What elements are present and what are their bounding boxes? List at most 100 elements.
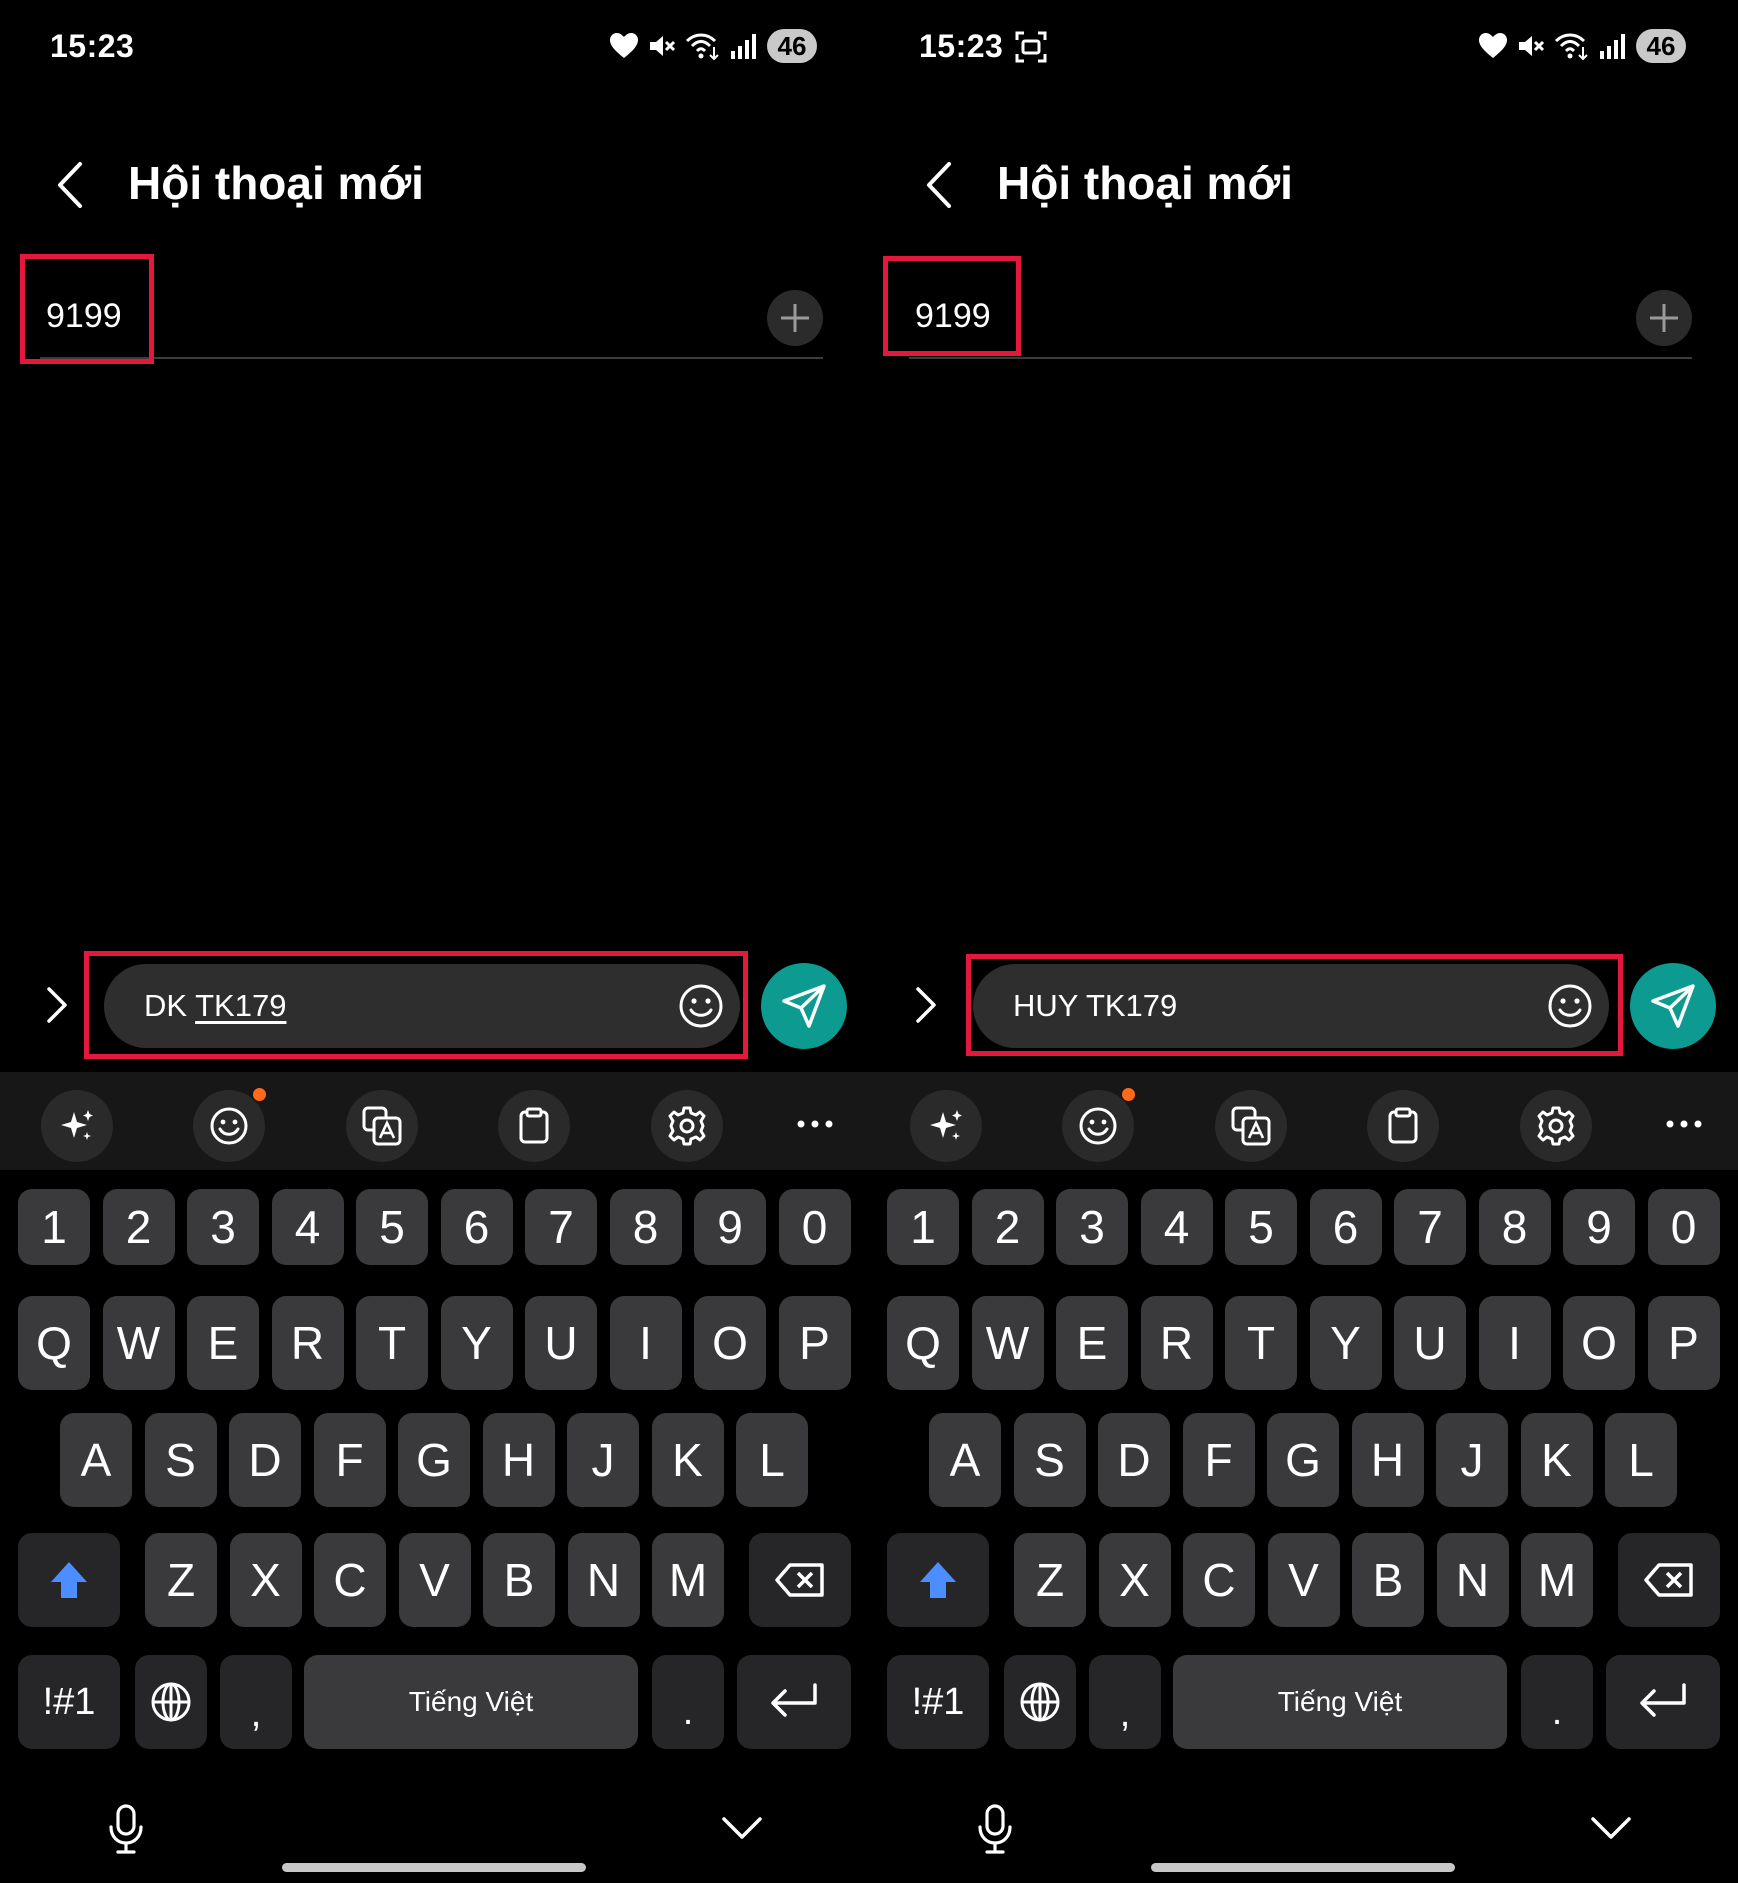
language-key[interactable] [1004, 1655, 1076, 1749]
key-y[interactable]: Y [440, 1296, 513, 1390]
key-m[interactable]: M [1521, 1533, 1593, 1627]
more-button[interactable] [785, 1098, 845, 1154]
key-x[interactable]: X [1098, 1533, 1171, 1627]
clipboard-button[interactable] [1367, 1090, 1439, 1162]
key-0[interactable]: 0 [778, 1189, 851, 1265]
send-button[interactable] [761, 963, 847, 1049]
expand-icon[interactable] [913, 985, 939, 1025]
key-i[interactable]: I [609, 1296, 682, 1390]
key-o[interactable]: O [1563, 1296, 1635, 1390]
space-key[interactable]: Tiếng Việt [1173, 1655, 1507, 1749]
key-u[interactable]: U [1394, 1296, 1466, 1390]
recipient-field[interactable]: 9199 [915, 297, 991, 336]
shift-key[interactable] [18, 1533, 120, 1627]
translate-button[interactable] [346, 1090, 418, 1162]
key-l[interactable]: L [736, 1413, 808, 1507]
period-key[interactable]: . [652, 1655, 724, 1749]
symbols-key[interactable]: !#1 [887, 1655, 989, 1749]
key-p[interactable]: P [1647, 1296, 1720, 1390]
key-e[interactable]: E [1056, 1296, 1128, 1390]
backspace-key[interactable] [1618, 1533, 1720, 1627]
add-recipient-button[interactable] [767, 290, 823, 346]
key-j[interactable]: J [567, 1413, 639, 1507]
translate-button[interactable] [1215, 1090, 1287, 1162]
recipient-field[interactable]: 9199 [46, 297, 122, 336]
key-v[interactable]: V [398, 1533, 471, 1627]
key-i[interactable]: I [1478, 1296, 1551, 1390]
key-e[interactable]: E [187, 1296, 259, 1390]
key-r[interactable]: R [271, 1296, 344, 1390]
more-button[interactable] [1654, 1098, 1714, 1154]
key-0[interactable]: 0 [1647, 1189, 1720, 1265]
key-n[interactable]: N [1436, 1533, 1509, 1627]
key-f[interactable]: F [313, 1413, 386, 1507]
key-9[interactable]: 9 [1563, 1189, 1635, 1265]
key-o[interactable]: O [694, 1296, 766, 1390]
key-f[interactable]: F [1182, 1413, 1255, 1507]
key-h[interactable]: H [1351, 1413, 1424, 1507]
key-h[interactable]: H [482, 1413, 555, 1507]
key-2[interactable]: 2 [102, 1189, 175, 1265]
key-j[interactable]: J [1436, 1413, 1508, 1507]
emoji-icon[interactable] [1547, 983, 1593, 1029]
settings-button[interactable] [1520, 1090, 1592, 1162]
key-1[interactable]: 1 [887, 1189, 959, 1265]
key-5[interactable]: 5 [356, 1189, 428, 1265]
comma-key[interactable]: , [1089, 1655, 1161, 1749]
hide-keyboard-icon[interactable] [1589, 1814, 1633, 1847]
emoji-icon[interactable] [678, 983, 724, 1029]
key-q[interactable]: Q [887, 1296, 959, 1390]
key-w[interactable]: W [102, 1296, 175, 1390]
key-z[interactable]: Z [1014, 1533, 1086, 1627]
message-input[interactable]: HUY TK179 [973, 964, 1609, 1048]
key-k[interactable]: K [1520, 1413, 1593, 1507]
clipboard-button[interactable] [498, 1090, 570, 1162]
key-6[interactable]: 6 [1309, 1189, 1382, 1265]
symbols-key[interactable]: !#1 [18, 1655, 120, 1749]
key-z[interactable]: Z [145, 1533, 217, 1627]
home-indicator[interactable] [282, 1863, 586, 1872]
key-c[interactable]: C [1183, 1533, 1255, 1627]
key-d[interactable]: D [1098, 1413, 1170, 1507]
send-button[interactable] [1630, 963, 1716, 1049]
key-b[interactable]: B [1352, 1533, 1424, 1627]
emoji-button[interactable] [193, 1090, 265, 1162]
home-indicator[interactable] [1151, 1863, 1455, 1872]
key-t[interactable]: T [356, 1296, 428, 1390]
key-8[interactable]: 8 [1478, 1189, 1551, 1265]
key-l[interactable]: L [1605, 1413, 1677, 1507]
key-x[interactable]: X [229, 1533, 302, 1627]
key-4[interactable]: 4 [271, 1189, 344, 1265]
message-input[interactable]: DK TK179 [104, 964, 740, 1048]
key-u[interactable]: U [525, 1296, 597, 1390]
key-1[interactable]: 1 [18, 1189, 90, 1265]
key-d[interactable]: D [229, 1413, 301, 1507]
key-v[interactable]: V [1267, 1533, 1340, 1627]
key-7[interactable]: 7 [525, 1189, 597, 1265]
period-key[interactable]: . [1521, 1655, 1593, 1749]
backspace-key[interactable] [749, 1533, 851, 1627]
space-key[interactable]: Tiếng Việt [304, 1655, 638, 1749]
key-4[interactable]: 4 [1140, 1189, 1213, 1265]
hide-keyboard-icon[interactable] [720, 1814, 764, 1847]
key-c[interactable]: C [314, 1533, 386, 1627]
microphone-icon[interactable] [975, 1803, 1015, 1860]
microphone-icon[interactable] [106, 1803, 146, 1860]
key-3[interactable]: 3 [187, 1189, 259, 1265]
key-k[interactable]: K [651, 1413, 724, 1507]
key-r[interactable]: R [1140, 1296, 1213, 1390]
key-7[interactable]: 7 [1394, 1189, 1466, 1265]
key-w[interactable]: W [971, 1296, 1044, 1390]
ai-sparkle-button[interactable] [41, 1090, 113, 1162]
back-icon[interactable] [921, 160, 957, 210]
key-8[interactable]: 8 [609, 1189, 682, 1265]
emoji-button[interactable] [1062, 1090, 1134, 1162]
enter-key[interactable] [737, 1655, 851, 1749]
enter-key[interactable] [1606, 1655, 1720, 1749]
key-p[interactable]: P [778, 1296, 851, 1390]
key-5[interactable]: 5 [1225, 1189, 1297, 1265]
key-s[interactable]: S [1013, 1413, 1086, 1507]
key-s[interactable]: S [144, 1413, 217, 1507]
key-2[interactable]: 2 [971, 1189, 1044, 1265]
shift-key[interactable] [887, 1533, 989, 1627]
